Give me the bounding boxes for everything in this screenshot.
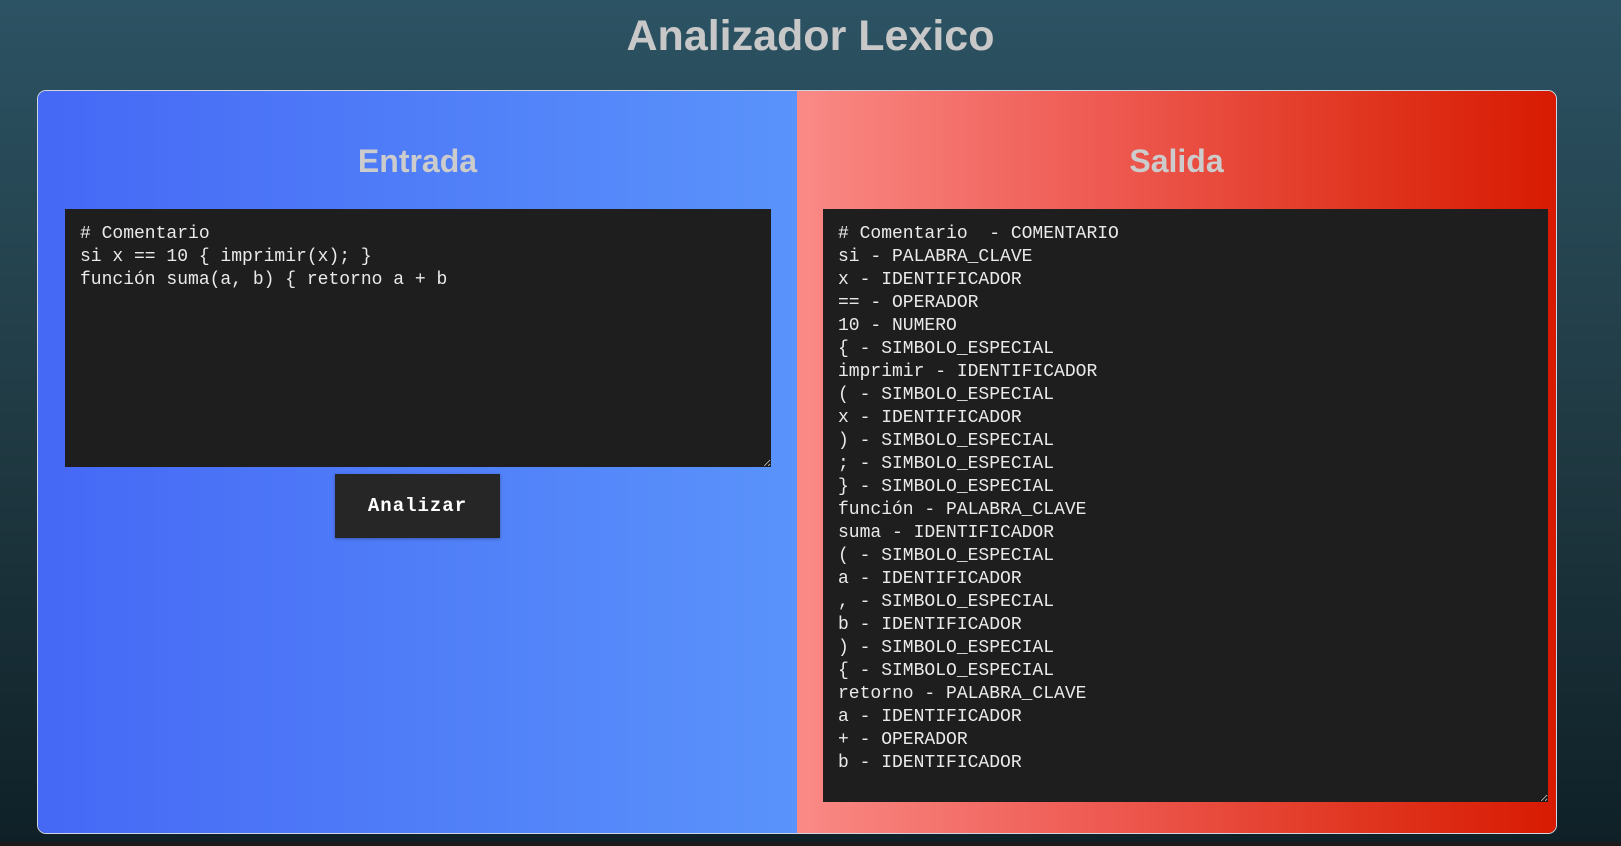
input-panel-title: Entrada [357, 143, 478, 179]
main-container: Entrada # Comentario si x == 10 { imprim… [37, 90, 1557, 834]
output-panel: Salida # Comentario - COMENTARIO si - PA… [797, 91, 1556, 833]
input-panel: Entrada # Comentario si x == 10 { imprim… [38, 91, 797, 833]
output-panel-title: Salida [1129, 143, 1224, 179]
analyze-button[interactable]: Analizar [335, 474, 500, 538]
input-textarea[interactable]: # Comentario si x == 10 { imprimir(x); }… [65, 209, 771, 467]
page-title: Analizador Lexico [626, 12, 995, 60]
output-textarea[interactable]: # Comentario - COMENTARIO si - PALABRA_C… [823, 209, 1548, 802]
bottom-divider [0, 842, 1621, 846]
